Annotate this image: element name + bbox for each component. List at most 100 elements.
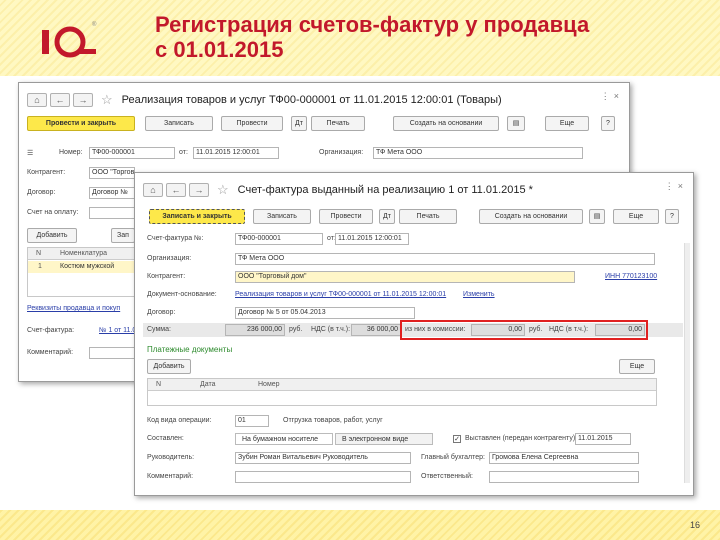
copy-button[interactable]: Зап (111, 228, 135, 243)
page-title: Регистрация счетов-фактур у продавца с 0… (155, 12, 589, 62)
favorite-star-icon[interactable]: ☆ (101, 92, 113, 108)
electronic-option[interactable]: В электронном виде (335, 433, 433, 445)
base-doc-label: Документ-основание: (147, 291, 217, 298)
post-button[interactable]: Провести (221, 116, 283, 131)
col-date: Дата (200, 381, 216, 388)
scrollbar[interactable] (684, 243, 690, 483)
col-number: Номер (258, 381, 280, 388)
forward-arrow-icon[interactable]: → (189, 183, 209, 197)
issued-checkbox[interactable]: ✓ (453, 435, 461, 443)
payments-more-button[interactable]: Еще (619, 359, 655, 374)
report-icon[interactable]: ▤ (507, 116, 525, 131)
accountant-label: Главный бухгалтер: (421, 454, 485, 461)
create-based-button[interactable]: Создать на основании (393, 116, 499, 131)
payments-title: Платежные документы (147, 345, 233, 354)
issued-label: Выставлен (передан контрагенту): (465, 435, 578, 442)
contractor-label: Контрагент: (147, 273, 186, 280)
page-number: 16 (689, 520, 700, 530)
more-button[interactable]: Еще (545, 116, 589, 131)
date-field[interactable]: 11.01.2015 12:00:01 (193, 147, 279, 159)
comment-field[interactable] (89, 347, 135, 359)
col-n: N (156, 381, 162, 388)
comment-label: Комментарий: (27, 349, 74, 356)
favorite-star-icon[interactable]: ☆ (217, 182, 229, 198)
vat-field: 36 000,00 (351, 324, 401, 336)
save-button[interactable]: Записать (253, 209, 311, 224)
contractor-field[interactable]: ООО "Торговый дом" (235, 271, 575, 283)
sum-label: Сумма: (147, 326, 171, 333)
responsible-field[interactable] (489, 471, 639, 483)
org-field[interactable]: ТФ Мета ООО (373, 147, 583, 159)
page-title-line2: с 01.01.2015 (155, 37, 284, 62)
dt-kt-icon[interactable]: Дт (291, 116, 307, 131)
number-label: Номер: (59, 149, 83, 156)
dt-kt-icon[interactable]: Дт (379, 209, 395, 224)
save-button[interactable]: Записать (145, 116, 213, 131)
org-label: Организация: (319, 149, 364, 156)
slide-footer: 16 (0, 510, 720, 540)
base-doc-link[interactable]: Реализация товаров и услуг ТФ00-000001 о… (235, 291, 446, 298)
org-label: Организация: (147, 255, 192, 262)
paper-option[interactable]: На бумажном носителе (235, 433, 333, 445)
contractor-field[interactable]: ООО "Торгов (89, 167, 135, 179)
home-icon[interactable]: ⌂ (143, 183, 163, 197)
back-arrow-icon[interactable]: ← (166, 183, 186, 197)
table-row[interactable]: 1 Костюм мужской (28, 261, 134, 273)
help-button[interactable]: ? (665, 209, 679, 224)
create-based-button[interactable]: Создать на основании (479, 209, 583, 224)
home-icon[interactable]: ⌂ (27, 93, 47, 107)
add-row-button[interactable]: Добавить (27, 228, 77, 243)
window-controls[interactable]: ⋮× (601, 91, 623, 102)
number-field[interactable]: ТФ00-000001 (89, 147, 175, 159)
save-and-close-button[interactable]: Записать и закрыть (149, 209, 245, 224)
forward-arrow-icon[interactable]: → (73, 93, 93, 107)
composed-label: Составлен: (147, 435, 184, 442)
vat-label: НДС (в т.ч.): (311, 326, 351, 333)
registered-mark: ® (92, 22, 97, 28)
invoice-num-field[interactable]: ТФ00-000001 (235, 233, 323, 245)
window-title: Счет-фактура выданный на реализацию 1 от… (237, 184, 533, 196)
change-link[interactable]: Изменить (463, 291, 495, 298)
contractor-inn-link[interactable]: ИНН 770123100 (605, 273, 657, 280)
slide-header: ® Регистрация счетов-фактур у продавца с… (0, 0, 720, 76)
op-code-desc: Отгрузка товаров, работ, услуг (283, 417, 383, 424)
contract-field[interactable]: Договор № (89, 187, 135, 199)
payments-table: N Дата Номер (147, 378, 657, 406)
contract-label: Договор: (147, 309, 176, 316)
add-payment-button[interactable]: Добавить (147, 359, 191, 374)
head-field[interactable]: Зубин Роман Витальевич Руководитель (235, 452, 411, 464)
window-controls[interactable]: ⋮× (665, 181, 687, 192)
col-product: Номенклатура (60, 250, 107, 257)
help-button[interactable]: ? (601, 116, 615, 131)
invoice-to-pay-field[interactable] (89, 207, 135, 219)
responsible-label: Ответственный: (421, 473, 473, 480)
goods-table: N Номенклатура 1 Костюм мужской (27, 247, 135, 297)
org-field[interactable]: ТФ Мета ООО (235, 253, 655, 265)
highlight-box (400, 320, 648, 340)
list-icon: ☰ (27, 150, 34, 157)
head-label: Руководитель: (147, 454, 195, 461)
1c-logo (42, 26, 96, 58)
seller-buyer-link[interactable]: Реквизиты продавца и покуп (27, 305, 120, 312)
contract-label: Договор: (27, 189, 56, 196)
print-button[interactable]: Печать (311, 116, 365, 131)
report-icon[interactable]: ▤ (589, 209, 605, 224)
more-button[interactable]: Еще (613, 209, 659, 224)
comment-label: Комментарий: (147, 473, 194, 480)
back-arrow-icon[interactable]: ← (50, 93, 70, 107)
date-field[interactable]: 11.01.2015 12:00:01 (335, 233, 409, 245)
invoice-to-pay-label: Счет на оплату: (27, 209, 79, 216)
accountant-field[interactable]: Громова Елена Сергеевна (489, 452, 639, 464)
window-title: Реализация товаров и услуг ТФ00-000001 о… (121, 94, 502, 106)
comment-field[interactable] (235, 471, 411, 483)
currency-label: руб. (289, 326, 303, 333)
post-button[interactable]: Провести (319, 209, 373, 224)
date-label: от: (179, 149, 188, 156)
row-product: Костюм мужской (60, 263, 115, 270)
issued-date-field[interactable]: 11.01.2015 (575, 433, 631, 445)
print-button[interactable]: Печать (399, 209, 457, 224)
contract-field[interactable]: Договор № 5 от 05.04.2013 (235, 307, 415, 319)
post-and-close-button[interactable]: Провести и закрыть (27, 116, 135, 131)
op-code-field[interactable]: 01 (235, 415, 269, 427)
invoice-window: ⌂ ← → ☆ Счет-фактура выданный на реализа… (134, 172, 694, 496)
